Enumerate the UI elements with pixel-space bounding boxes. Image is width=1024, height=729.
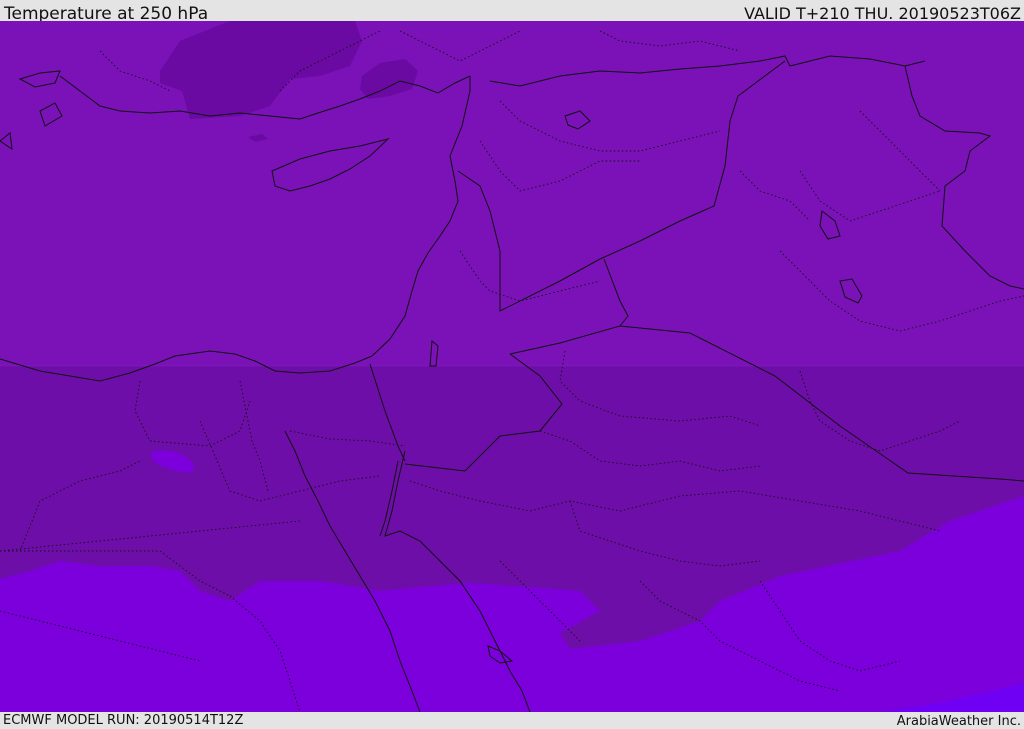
map-product: Temperature at 250 hPa VALID T+210 THU. … bbox=[0, 0, 1024, 729]
weather-map bbox=[0, 21, 1024, 712]
header-bar: Temperature at 250 hPa VALID T+210 THU. … bbox=[0, 0, 1024, 24]
credit-label: ArabiaWeather Inc. bbox=[896, 714, 1021, 729]
map-canvas bbox=[0, 21, 1024, 712]
model-run-label: ECMWF MODEL RUN: 20190514T12Z bbox=[3, 713, 244, 728]
